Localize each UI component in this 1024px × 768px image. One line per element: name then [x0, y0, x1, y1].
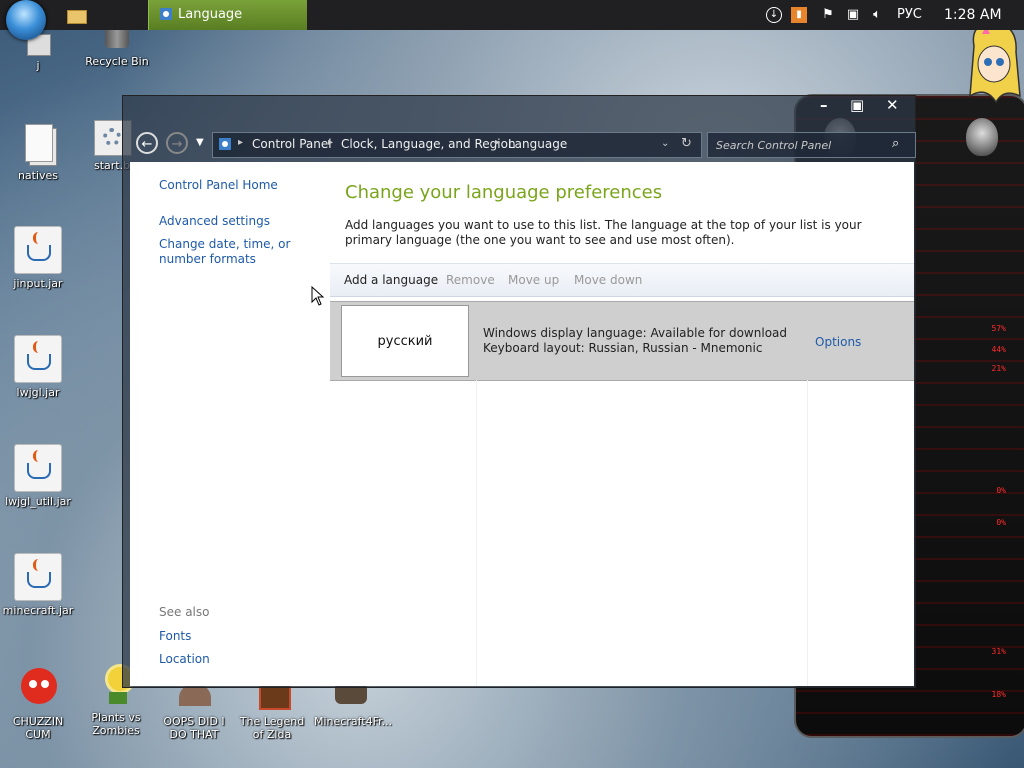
mouse-cursor-icon: [311, 286, 325, 306]
column-divider: [476, 380, 477, 686]
gadget-readout: 0%: [996, 518, 1006, 527]
java-icon: [14, 444, 62, 492]
close-button[interactable]: ✕: [886, 96, 899, 114]
file-icon: [15, 120, 61, 166]
language-options-link[interactable]: Options: [815, 335, 861, 349]
desktop-icon-label: lwjgl.jar: [16, 386, 60, 399]
gadget-readout: 21%: [991, 364, 1006, 373]
move-down-button[interactable]: Move down: [574, 273, 642, 287]
breadcrumb-separator[interactable]: ▸: [328, 137, 333, 148]
remove-button[interactable]: Remove: [446, 273, 495, 287]
java-icon: [14, 553, 62, 601]
location-link[interactable]: Location: [159, 652, 210, 667]
desktop-icon-lwjgl[interactable]: lwjgl.jar: [2, 335, 74, 399]
window-controls: – ▣ ✕: [810, 96, 910, 114]
search-input[interactable]: [714, 136, 888, 154]
search-box[interactable]: ⌕: [707, 132, 916, 158]
desktop-icon-label: The Legend of Zlda: [239, 715, 305, 741]
alien-head-icon: [966, 118, 998, 156]
control-panel-home-link[interactable]: Control Panel Home: [159, 178, 278, 193]
character-sticker: [969, 21, 1021, 104]
language-toolbar: Add a language Remove Move up Move down: [330, 263, 914, 297]
control-panel-icon: [219, 138, 231, 150]
taskbar-task-label: Language: [178, 7, 243, 22]
folder-icon: [67, 10, 87, 24]
desktop-icon-label: jinput.jar: [13, 277, 63, 290]
gadget-readout: 44%: [991, 345, 1006, 354]
page-description: Add languages you want to use to this li…: [345, 218, 862, 247]
page-title: Change your language preferences: [345, 182, 663, 203]
gadget-readout: 31%: [991, 647, 1006, 656]
desktop-icon-natives[interactable]: natives: [2, 120, 74, 182]
see-also-heading: See also: [159, 605, 210, 619]
maximize-button[interactable]: ▣: [850, 96, 864, 114]
fonts-link[interactable]: Fonts: [159, 629, 191, 644]
advanced-settings-link[interactable]: Advanced settings: [159, 214, 270, 229]
breadcrumb-control-panel[interactable]: Control Panel: [252, 137, 332, 151]
volume-icon[interactable]: 🔈︎: [869, 7, 885, 23]
gadget-readout: 0%: [996, 486, 1006, 495]
desktop-icon-jinput[interactable]: jinput.jar: [2, 226, 74, 290]
control-panel-icon: [160, 8, 172, 20]
refresh-icon[interactable]: ↻: [681, 136, 692, 151]
search-icon[interactable]: ⌕: [892, 136, 899, 151]
move-up-button[interactable]: Move up: [508, 273, 559, 287]
add-language-button[interactable]: Add a language: [344, 273, 438, 287]
desktop-icon-label: minecraft.jar: [2, 604, 74, 617]
download-icon[interactable]: ↓: [766, 7, 782, 23]
language-name: русский: [341, 305, 469, 377]
taskbar: Language ↓ ▮ ⚑ ▣ 🔈︎ РУС 1:28 AM: [0, 0, 1024, 40]
input-language-indicator[interactable]: РУС: [897, 7, 922, 22]
explorer-taskbar-button[interactable]: [64, 4, 88, 26]
desktop-icon-label: Plants vs Zombies: [91, 711, 141, 737]
clock[interactable]: 1:28 AM: [944, 7, 1002, 23]
forward-button[interactable]: →: [166, 132, 188, 154]
app-tray-icon[interactable]: ▮: [791, 7, 807, 23]
left-nav-pane: Control Panel Home Advanced settings Cha…: [130, 162, 330, 686]
desktop-icon-start[interactable]: start.b: [78, 120, 132, 172]
start-button[interactable]: [6, 0, 46, 40]
desktop-icon-label: OOPS DID I DO THAT: [163, 715, 225, 741]
desktop-icon-label: Recycle Bin: [85, 55, 149, 68]
taskbar-task-language[interactable]: Language: [148, 0, 307, 30]
back-button[interactable]: ←: [136, 132, 158, 154]
breadcrumb-separator[interactable]: ▸: [495, 137, 500, 148]
desktop-icon-label: Minecraft4Fr...: [314, 715, 393, 728]
desktop-icon-label: j: [36, 59, 40, 72]
desktop-icon-minecraft[interactable]: minecraft.jar: [2, 553, 74, 617]
language-list-item[interactable]: русский Windows display language: Availa…: [330, 301, 914, 381]
gadget-readout: 57%: [991, 324, 1006, 333]
address-bar[interactable]: ▸ Control Panel ▸ Clock, Language, and R…: [212, 132, 702, 158]
minimize-button[interactable]: –: [820, 96, 828, 114]
desktop-icon-chuzzin[interactable]: CHUZZIN CUM: [2, 666, 74, 741]
keyboard-layout-info: Keyboard layout: Russian, Russian - Mnem…: [483, 341, 763, 355]
java-icon: [14, 226, 62, 274]
change-date-time-formats-link[interactable]: Change date, time, or number formats: [159, 237, 329, 267]
desktop-icon-label: lwjgl_util.jar: [5, 495, 71, 508]
action-center-flag-icon[interactable]: ⚑: [820, 7, 836, 23]
main-pane: Change your language preferences Add lan…: [330, 162, 914, 686]
desktop-icon-lwjgl-util[interactable]: lwjgl_util.jar: [2, 444, 74, 508]
display-language-status: Windows display language: Available for …: [483, 326, 788, 340]
breadcrumb-separator[interactable]: ▸: [238, 137, 243, 148]
recent-pages-dropdown[interactable]: ▼: [196, 137, 204, 148]
column-divider: [807, 380, 808, 686]
java-icon: [14, 335, 62, 383]
content-area: Control Panel Home Advanced settings Cha…: [130, 162, 914, 686]
breadcrumb-clock-language-region[interactable]: Clock, Language, and Region: [341, 137, 516, 151]
chuzzle-icon: [15, 666, 61, 712]
breadcrumb-language[interactable]: Language: [508, 137, 567, 151]
address-dropdown-icon[interactable]: ⌄: [661, 138, 669, 149]
gadget-readout: 18%: [991, 690, 1006, 699]
desktop-icon-label: natives: [17, 169, 59, 182]
network-icon[interactable]: ▣: [845, 7, 861, 23]
desktop-icon-label: CHUZZIN CUM: [12, 715, 64, 741]
